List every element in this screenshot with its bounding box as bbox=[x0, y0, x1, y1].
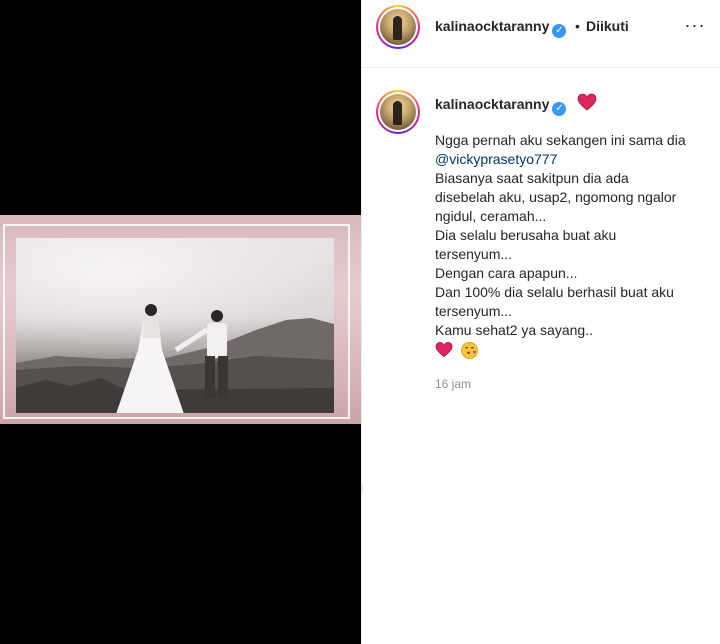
post-media-pane[interactable] bbox=[0, 0, 361, 644]
verified-badge-icon: ✓ bbox=[552, 24, 567, 38]
caption-body: Biasanya saat sakitpun dia ada disebelah… bbox=[435, 170, 677, 338]
scroll-indicator bbox=[361, 484, 363, 493]
post-header: kalinaocktaranny ✓ • Diikuti ··· bbox=[362, 0, 720, 68]
more-options-icon[interactable]: ··· bbox=[682, 16, 708, 38]
post-timestamp[interactable]: 16 jam bbox=[435, 377, 471, 391]
red-heart-emoji bbox=[577, 93, 597, 111]
mention-link[interactable]: @vickyprasetyo777 bbox=[435, 151, 557, 167]
red-heart-emoji bbox=[435, 341, 453, 358]
header-username[interactable]: kalinaocktaranny bbox=[435, 18, 549, 34]
caption-line-1: Ngga pernah aku sekangen ini sama dia bbox=[435, 132, 686, 148]
caption-emoji-row bbox=[435, 341, 482, 361]
post-sidebar: kalinaocktaranny ✓ • Diikuti ··· kalinaoc… bbox=[361, 0, 720, 644]
caption-text: Ngga pernah aku sekangen ini sama dia @v… bbox=[435, 131, 710, 340]
face-blowing-kiss-emoji bbox=[461, 342, 479, 359]
follow-status-button[interactable]: Diikuti bbox=[586, 18, 629, 34]
verified-badge-icon: ✓ bbox=[552, 102, 567, 116]
instagram-post-view: kalinaocktaranny ✓ • Diikuti ··· kalinaoc… bbox=[0, 0, 720, 644]
header-username-row[interactable]: kalinaocktaranny ✓ bbox=[435, 18, 567, 38]
author-avatar[interactable] bbox=[376, 5, 420, 49]
caption-username[interactable]: kalinaocktaranny bbox=[435, 96, 549, 112]
post-photo-frame bbox=[0, 215, 361, 424]
caption-avatar[interactable] bbox=[376, 90, 420, 134]
caption-username-row[interactable]: kalinaocktaranny ✓ bbox=[435, 96, 567, 116]
wedding-photo bbox=[16, 238, 334, 413]
header-separator: • bbox=[575, 18, 580, 34]
